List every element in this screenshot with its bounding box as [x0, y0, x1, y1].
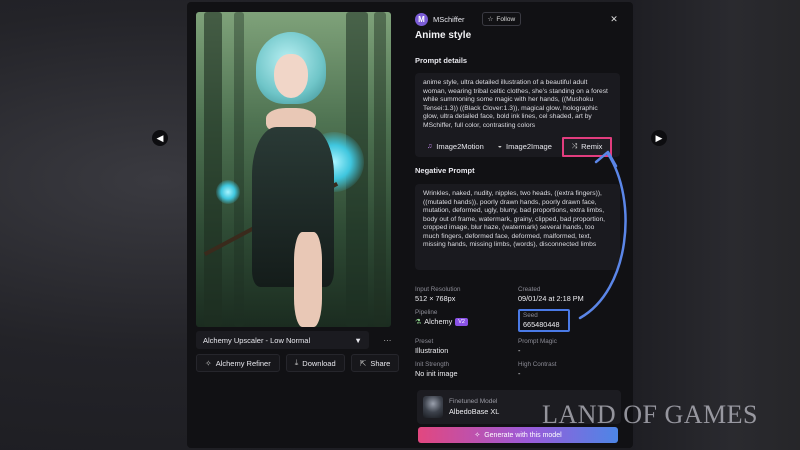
remix-icon: ⤨ [571, 142, 578, 150]
close-button[interactable]: ✕ [607, 12, 621, 26]
previous-image-button[interactable]: ◀ [152, 130, 168, 146]
model-thumbnail [423, 396, 443, 418]
version-badge: V2 [455, 317, 468, 326]
watermark-logo: LAND OF GAMES [542, 400, 758, 429]
prompt-tools: ♫ Image2Motion ◒ Image2Image ⤨ Remix [423, 137, 612, 157]
meta-label: Created [518, 286, 541, 293]
negative-prompt-text: Wrinkles, naked, nudity, nipples, two he… [423, 190, 606, 248]
share-icon: ⇱ [359, 358, 367, 368]
prompt-text: anime style, ultra detailed illustration… [423, 79, 608, 129]
prompt-details-heading: Prompt details [415, 56, 468, 65]
download-button[interactable]: ⤓ Download [285, 354, 345, 372]
meta-label: Preset [415, 338, 434, 345]
meta-value: - [518, 346, 521, 355]
meta-value: 09/01/24 at 2:18 PM [518, 294, 584, 303]
follow-button[interactable]: ☆ Follow [481, 12, 522, 26]
ellipsis-icon: ··· [383, 335, 392, 345]
meta-label: Input Resolution [415, 286, 461, 293]
image-column [196, 12, 396, 327]
image2motion-label: Image2Motion [436, 141, 484, 151]
meta-value: 512 × 768px [415, 294, 456, 303]
pipeline-value: Alchemy [424, 317, 453, 326]
upscaler-row: Alchemy Upscaler - Low Normal ▼ ··· [196, 331, 396, 349]
download-icon: ⤓ [294, 358, 299, 367]
meta-label: High Contrast [518, 361, 557, 368]
alchemy-refiner-button[interactable]: ✧ Alchemy Refiner [196, 354, 280, 372]
meta-value: ⚗ Alchemy V2 [415, 317, 518, 326]
chevron-left-icon: ◀ [156, 132, 164, 143]
image-icon: ◒ [497, 142, 503, 150]
remix-label: Remix [581, 141, 603, 151]
share-button[interactable]: ⇱ Share [350, 354, 400, 372]
close-icon: ✕ [610, 13, 618, 24]
details-column: M MSchiffer ☆ Follow ✕ Anime style Promp… [415, 12, 620, 378]
share-label: Share [370, 358, 391, 368]
seed-value[interactable]: 665480448 [523, 320, 565, 329]
next-image-button[interactable]: ▶ [651, 130, 667, 146]
alchemy-refiner-label: Alchemy Refiner [215, 358, 271, 368]
follow-label: Follow [496, 15, 516, 23]
meta-high-contrast: High Contrast - [518, 361, 621, 378]
meta-label: Prompt Magic [518, 338, 557, 345]
meta-init-strength: Init Strength No init image [415, 361, 518, 378]
star-icon: ☆ [487, 16, 494, 23]
generated-image[interactable] [196, 12, 391, 327]
model-label: Finetuned Model [449, 398, 498, 405]
meta-label: Pipeline [415, 309, 438, 316]
negative-prompt-heading: Negative Prompt [415, 166, 475, 175]
download-label: Download [302, 358, 336, 368]
generation-metadata: Input Resolution 512 × 768px Created 09/… [415, 286, 620, 378]
image2image-label: Image2Image [506, 141, 552, 151]
page-title: Anime style [415, 30, 472, 41]
chevron-down-icon: ▼ [354, 335, 362, 345]
author-name[interactable]: MSchiffer [433, 15, 465, 24]
avatar[interactable]: M [415, 12, 428, 26]
meta-pipeline: Pipeline ⚗ Alchemy V2 [415, 309, 518, 332]
chevron-right-icon: ▶ [655, 132, 663, 143]
meta-prompt-magic: Prompt Magic - [518, 338, 621, 355]
meta-label: Init Strength [415, 361, 449, 368]
background-gallery-right [630, 0, 800, 450]
meta-preset: Preset Illustration [415, 338, 518, 355]
model-name: AlbedoBase XL [449, 407, 500, 416]
prompt-box: anime style, ultra detailed illustration… [415, 73, 620, 157]
meta-label: Seed [523, 312, 538, 319]
meta-created: Created 09/01/24 at 2:18 PM [518, 286, 621, 303]
meta-input-resolution: Input Resolution 512 × 768px [415, 286, 518, 303]
author-row: M MSchiffer ☆ Follow [415, 12, 620, 26]
sparkle-icon: ✧ [474, 432, 481, 439]
remix-button[interactable]: ⤨ Remix [561, 137, 612, 157]
image2image-button[interactable]: ◒ Image2Image [494, 138, 556, 156]
upscaler-selected-value: Alchemy Upscaler - Low Normal [203, 335, 311, 345]
image-actions: ✧ Alchemy Refiner ⤓ Download ⇱ Share [196, 354, 400, 372]
flask-icon: ⚗ [415, 318, 422, 326]
image-detail-modal: Alchemy Upscaler - Low Normal ▼ ··· ✧ Al… [187, 2, 633, 448]
motion-icon: ♫ [427, 142, 433, 150]
meta-value: No init image [415, 369, 458, 378]
upscaler-select[interactable]: Alchemy Upscaler - Low Normal ▼ [196, 331, 369, 349]
meta-value: - [518, 369, 521, 378]
meta-value: Illustration [415, 346, 449, 355]
image2motion-button[interactable]: ♫ Image2Motion [423, 138, 488, 156]
sparkle-icon: ✧ [205, 358, 212, 368]
negative-prompt-box: Wrinkles, naked, nudity, nipples, two he… [415, 184, 620, 270]
meta-seed: Seed 665480448 [518, 309, 570, 332]
more-options-button[interactable]: ··· [379, 331, 396, 349]
